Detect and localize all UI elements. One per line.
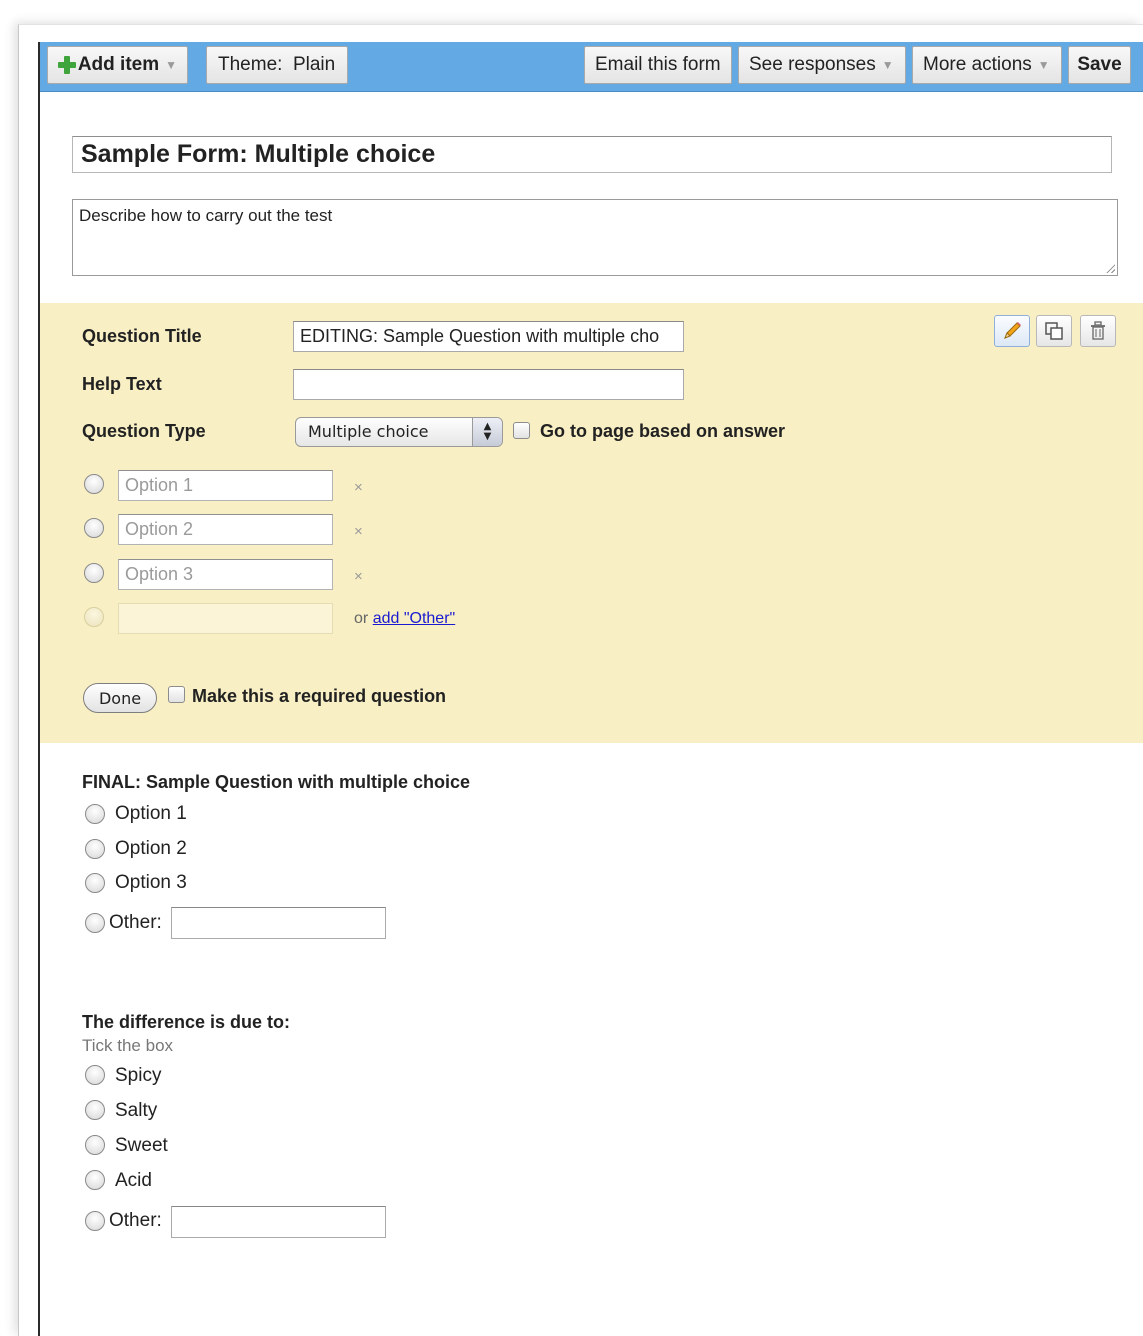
remove-option-button[interactable]: × bbox=[354, 479, 363, 496]
answer-label: Sweet bbox=[115, 1135, 168, 1156]
question-type-label: Question Type bbox=[82, 421, 206, 441]
other-text-input[interactable] bbox=[171, 907, 386, 939]
answer-radio[interactable] bbox=[85, 1135, 105, 1155]
or-text: or bbox=[354, 610, 369, 627]
answer-label: Option 1 bbox=[115, 803, 187, 824]
add-other-row: or add "Other" bbox=[354, 610, 455, 628]
trash-icon bbox=[1091, 321, 1105, 340]
answer-label: Spicy bbox=[115, 1065, 162, 1086]
other-radio[interactable] bbox=[85, 913, 105, 933]
caret-down-icon: ▼ bbox=[881, 58, 894, 72]
toolbar: Add item ▼ Theme: Plain Email this form … bbox=[40, 42, 1143, 92]
question-edit-panel: Question Title EDITING: Sample Question … bbox=[40, 303, 1143, 743]
other-radio[interactable] bbox=[85, 1211, 105, 1231]
duplicate-question-button[interactable] bbox=[1036, 315, 1072, 347]
option-radio bbox=[84, 474, 104, 494]
go-to-page-checkbox[interactable] bbox=[513, 422, 530, 439]
theme-button[interactable]: Theme: Plain bbox=[206, 46, 348, 84]
answer-radio[interactable] bbox=[85, 1170, 105, 1190]
help-text-label: Help Text bbox=[82, 374, 162, 394]
option-value: Option 1 bbox=[125, 475, 194, 495]
edit-question-button[interactable] bbox=[994, 315, 1030, 347]
answer-radio[interactable] bbox=[85, 1100, 105, 1120]
email-form-button[interactable]: Email this form bbox=[584, 46, 732, 84]
remove-option-button[interactable]: × bbox=[354, 568, 363, 585]
question-title: The difference is due to: bbox=[82, 1012, 291, 1032]
see-responses-button[interactable]: See responses ▼ bbox=[738, 46, 906, 84]
form-description: Describe how to carry out the test bbox=[79, 206, 333, 225]
question-type-select[interactable]: Multiple choice ▲ ▼ bbox=[295, 417, 503, 447]
select-arrows-icon: ▲ ▼ bbox=[472, 418, 502, 446]
question-title-value: EDITING: Sample Question with multiple c… bbox=[300, 326, 660, 346]
duplicate-icon bbox=[1045, 322, 1063, 340]
add-other-link[interactable]: add "Other" bbox=[373, 610, 456, 627]
caret-down-icon: ▼ bbox=[1037, 58, 1050, 72]
pencil-icon bbox=[1004, 322, 1021, 339]
add-item-label: Add item bbox=[77, 54, 160, 75]
other-label: Other: bbox=[109, 912, 162, 933]
other-text-input[interactable] bbox=[171, 1206, 386, 1238]
option-input[interactable]: Option 3 bbox=[118, 559, 333, 590]
remove-option-button[interactable]: × bbox=[354, 523, 363, 540]
done-label: Done bbox=[98, 688, 142, 708]
option-input[interactable]: Option 1 bbox=[118, 470, 333, 501]
more-actions-label: More actions bbox=[923, 54, 1032, 75]
form-editor: Add item ▼ Theme: Plain Email this form … bbox=[38, 42, 1143, 1336]
required-label: Make this a required question bbox=[192, 686, 447, 706]
question-title-label: Question Title bbox=[82, 326, 202, 346]
email-form-label: Email this form bbox=[595, 54, 721, 75]
form-title-input[interactable]: Sample Form: Multiple choice bbox=[72, 136, 1112, 173]
more-actions-button[interactable]: More actions ▼ bbox=[912, 46, 1062, 84]
answer-radio[interactable] bbox=[85, 873, 105, 893]
required-checkbox[interactable] bbox=[168, 686, 185, 703]
answer-label: Acid bbox=[115, 1170, 152, 1191]
form-title: Sample Form: Multiple choice bbox=[81, 140, 436, 168]
see-responses-label: See responses bbox=[749, 54, 876, 75]
answer-label: Option 2 bbox=[115, 838, 187, 859]
plus-icon bbox=[58, 56, 76, 74]
option-input[interactable]: Option 2 bbox=[118, 514, 333, 545]
answer-radio[interactable] bbox=[85, 804, 105, 824]
save-label: Save bbox=[1077, 54, 1122, 75]
option-value: Option 2 bbox=[125, 519, 194, 539]
question-title: FINAL: Sample Question with multiple cho… bbox=[82, 772, 471, 792]
other-label: Other: bbox=[109, 1210, 162, 1231]
question-help-text: Tick the box bbox=[82, 1036, 174, 1055]
option-radio bbox=[84, 518, 104, 538]
question-title-input[interactable]: EDITING: Sample Question with multiple c… bbox=[293, 321, 684, 352]
option-radio bbox=[84, 563, 104, 583]
answer-radio[interactable] bbox=[85, 839, 105, 859]
add-item-button[interactable]: Add item ▼ bbox=[47, 46, 188, 84]
question-type-value: Multiple choice bbox=[308, 422, 429, 441]
answer-label: Option 3 bbox=[115, 872, 187, 893]
go-to-page-label: Go to page based on answer bbox=[540, 421, 786, 441]
form-description-input[interactable]: Describe how to carry out the test bbox=[72, 199, 1118, 276]
new-option-radio bbox=[84, 607, 104, 627]
done-button[interactable]: Done bbox=[83, 683, 157, 713]
resize-grip-icon[interactable] bbox=[1105, 263, 1115, 273]
theme-label: Theme: Plain bbox=[218, 54, 336, 75]
new-option-input[interactable] bbox=[118, 603, 333, 634]
help-text-input[interactable] bbox=[293, 369, 684, 400]
delete-question-button[interactable] bbox=[1080, 315, 1116, 347]
option-value: Option 3 bbox=[125, 564, 194, 584]
answer-radio[interactable] bbox=[85, 1065, 105, 1085]
save-button[interactable]: Save bbox=[1068, 46, 1131, 84]
answer-label: Salty bbox=[115, 1100, 158, 1121]
caret-down-icon: ▼ bbox=[165, 58, 177, 72]
